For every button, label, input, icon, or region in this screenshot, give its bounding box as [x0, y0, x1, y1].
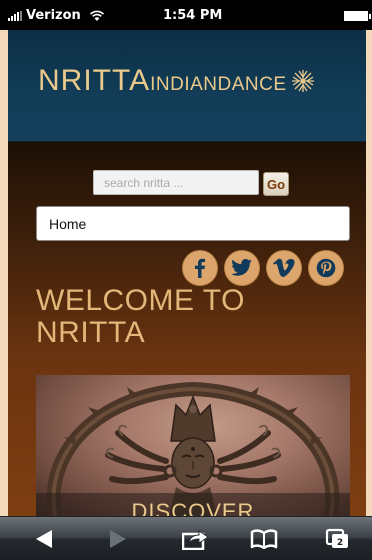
- tabs-icon[interactable]: 2: [324, 527, 352, 551]
- welcome-line-2: NRITTA: [36, 316, 146, 349]
- facebook-icon[interactable]: [182, 250, 218, 286]
- social-links: [182, 250, 350, 286]
- pinterest-icon[interactable]: [308, 250, 344, 286]
- bookmarks-icon[interactable]: [248, 527, 280, 551]
- status-left: Verizon: [8, 8, 105, 23]
- share-icon[interactable]: [180, 527, 212, 551]
- site-logo[interactable]: NRITTA INDIAN DANCE: [38, 64, 315, 98]
- browser-toolbar: 2: [0, 516, 372, 560]
- forward-icon[interactable]: [104, 527, 132, 551]
- website: NRITTA INDIAN DANCE Go Home: [8, 30, 366, 516]
- logo-main-text: NRITTA: [38, 64, 151, 97]
- page-gutter-right: [366, 30, 372, 516]
- hero-image[interactable]: DISCOVER: [36, 375, 350, 516]
- tabs-count: 2: [337, 538, 343, 548]
- logo-sub2-text: DANCE: [217, 74, 287, 95]
- carrier-name: Verizon: [26, 8, 81, 23]
- welcome-line-1: WELCOME TO: [36, 284, 245, 317]
- go-button[interactable]: Go: [263, 172, 289, 196]
- logo-sub1-text: INDIAN: [150, 74, 218, 95]
- page-gutter-left: [0, 30, 8, 516]
- nav-select[interactable]: Home: [36, 206, 350, 241]
- battery-icon: [344, 11, 371, 21]
- back-icon[interactable]: [30, 527, 58, 551]
- search-row: Go: [8, 170, 366, 196]
- star-icon: [291, 70, 314, 92]
- vimeo-icon[interactable]: [266, 250, 302, 286]
- wifi-icon: [89, 10, 104, 21]
- signal-icon: [8, 10, 23, 21]
- hero-caption[interactable]: DISCOVER: [36, 499, 350, 516]
- search-input[interactable]: [93, 170, 259, 195]
- status-time: 1:54 PM: [163, 8, 223, 23]
- welcome-heading: WELCOME TO NRITTA: [36, 285, 336, 349]
- status-bar: Verizon 1:54 PM: [0, 0, 372, 30]
- twitter-icon[interactable]: [224, 250, 260, 286]
- site-header: NRITTA INDIAN DANCE: [8, 30, 366, 142]
